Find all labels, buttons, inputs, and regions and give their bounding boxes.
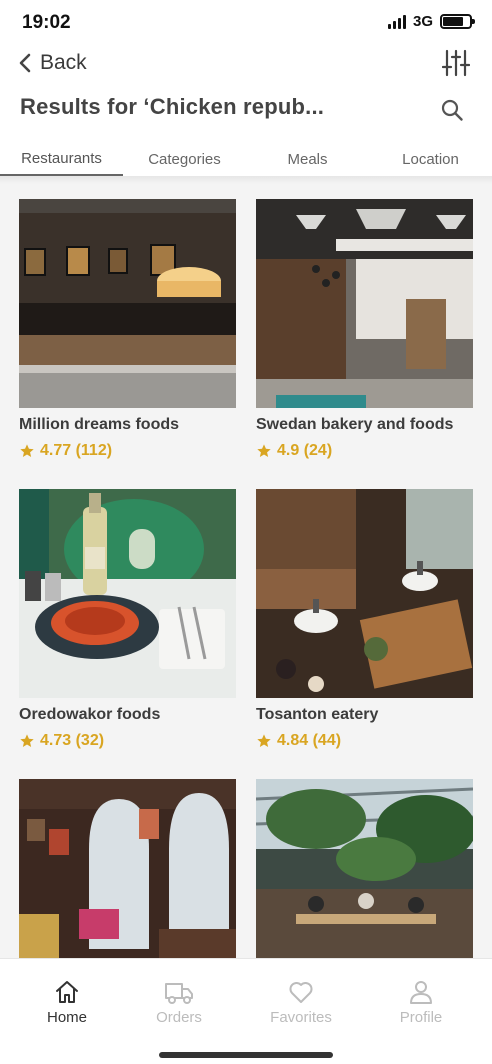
restaurant-name: Oredowakor foods xyxy=(19,706,161,723)
restaurant-card[interactable] xyxy=(256,779,473,958)
tab-location[interactable]: Location xyxy=(369,142,492,176)
restaurant-rating: 4.9 (24) xyxy=(256,442,473,460)
bottom-nav: Home Orders Favorites Profile xyxy=(0,958,492,1064)
restaurant-card[interactable] xyxy=(19,779,236,958)
filter-sliders-icon[interactable] xyxy=(442,48,470,78)
restaurant-name: Million dreams foods xyxy=(19,416,180,433)
status-indicators: 3G xyxy=(387,13,475,30)
header-shadow xyxy=(0,176,492,184)
tab-restaurants[interactable]: Restaurants xyxy=(0,142,123,176)
top-bar: Back Results for ‘Chicken repub... Resta… xyxy=(0,46,492,176)
home-icon xyxy=(56,981,78,1003)
tab-bar: Restaurants Categories Meals Location xyxy=(0,142,492,176)
nav-profile[interactable]: Profile xyxy=(366,979,476,1026)
nav-orders-label: Orders xyxy=(156,1009,202,1026)
nav-home[interactable]: Home xyxy=(12,979,122,1026)
tab-categories[interactable]: Categories xyxy=(123,142,246,176)
restaurant-card[interactable]: Oredowakor foods 4.73 (32) xyxy=(19,489,236,750)
home-indicator[interactable] xyxy=(159,1052,333,1058)
status-time: 19:02 xyxy=(22,12,71,33)
restaurant-photo xyxy=(256,779,473,958)
heart-icon xyxy=(289,982,313,1003)
back-label: Back xyxy=(40,51,87,74)
nav-profile-label: Profile xyxy=(399,1009,443,1026)
rating-value: 4.84 (44) xyxy=(277,732,342,749)
restaurant-rating: 4.84 (44) xyxy=(256,732,473,750)
back-button[interactable]: Back xyxy=(18,48,87,78)
restaurant-name: Swedan bakery and foods xyxy=(256,416,454,433)
nav-home-label: Home xyxy=(46,1009,87,1026)
restaurant-photo xyxy=(19,779,236,958)
network-type: 3G xyxy=(412,13,433,30)
star-icon xyxy=(257,444,271,457)
restaurant-name: Tosanton eatery xyxy=(256,706,379,723)
signal-icon xyxy=(387,14,406,29)
rating-value: 4.77 (112) xyxy=(40,442,113,459)
nav-orders[interactable]: Orders xyxy=(124,979,234,1026)
restaurant-photo xyxy=(19,199,236,408)
star-icon xyxy=(257,734,271,747)
user-icon xyxy=(410,981,432,1004)
tab-meals[interactable]: Meals xyxy=(246,142,369,176)
chevron-left-icon xyxy=(19,53,31,73)
restaurant-rating: 4.77 (112) xyxy=(19,442,236,460)
rating-value: 4.9 (24) xyxy=(277,442,333,459)
restaurant-photo xyxy=(256,199,473,408)
status-bar: 19:02 3G xyxy=(0,0,492,46)
truck-icon xyxy=(165,983,193,1004)
nav-favorites[interactable]: Favorites xyxy=(246,979,356,1026)
restaurant-card[interactable]: Swedan bakery and foods 4.9 (24) xyxy=(256,199,473,460)
search-icon[interactable] xyxy=(440,98,464,122)
star-icon xyxy=(20,734,34,747)
restaurant-rating: 4.73 (32) xyxy=(19,732,236,750)
star-icon xyxy=(20,444,34,457)
rating-value: 4.73 (32) xyxy=(40,732,105,749)
restaurant-photo xyxy=(256,489,473,698)
battery-icon xyxy=(440,14,475,29)
restaurant-card[interactable]: Million dreams foods 4.77 (112) xyxy=(19,199,236,460)
page-title: Results for ‘Chicken repub... xyxy=(20,94,325,119)
restaurant-card[interactable]: Tosanton eatery 4.84 (44) xyxy=(256,489,473,750)
nav-favorites-label: Favorites xyxy=(270,1009,332,1026)
restaurant-photo xyxy=(19,489,236,698)
